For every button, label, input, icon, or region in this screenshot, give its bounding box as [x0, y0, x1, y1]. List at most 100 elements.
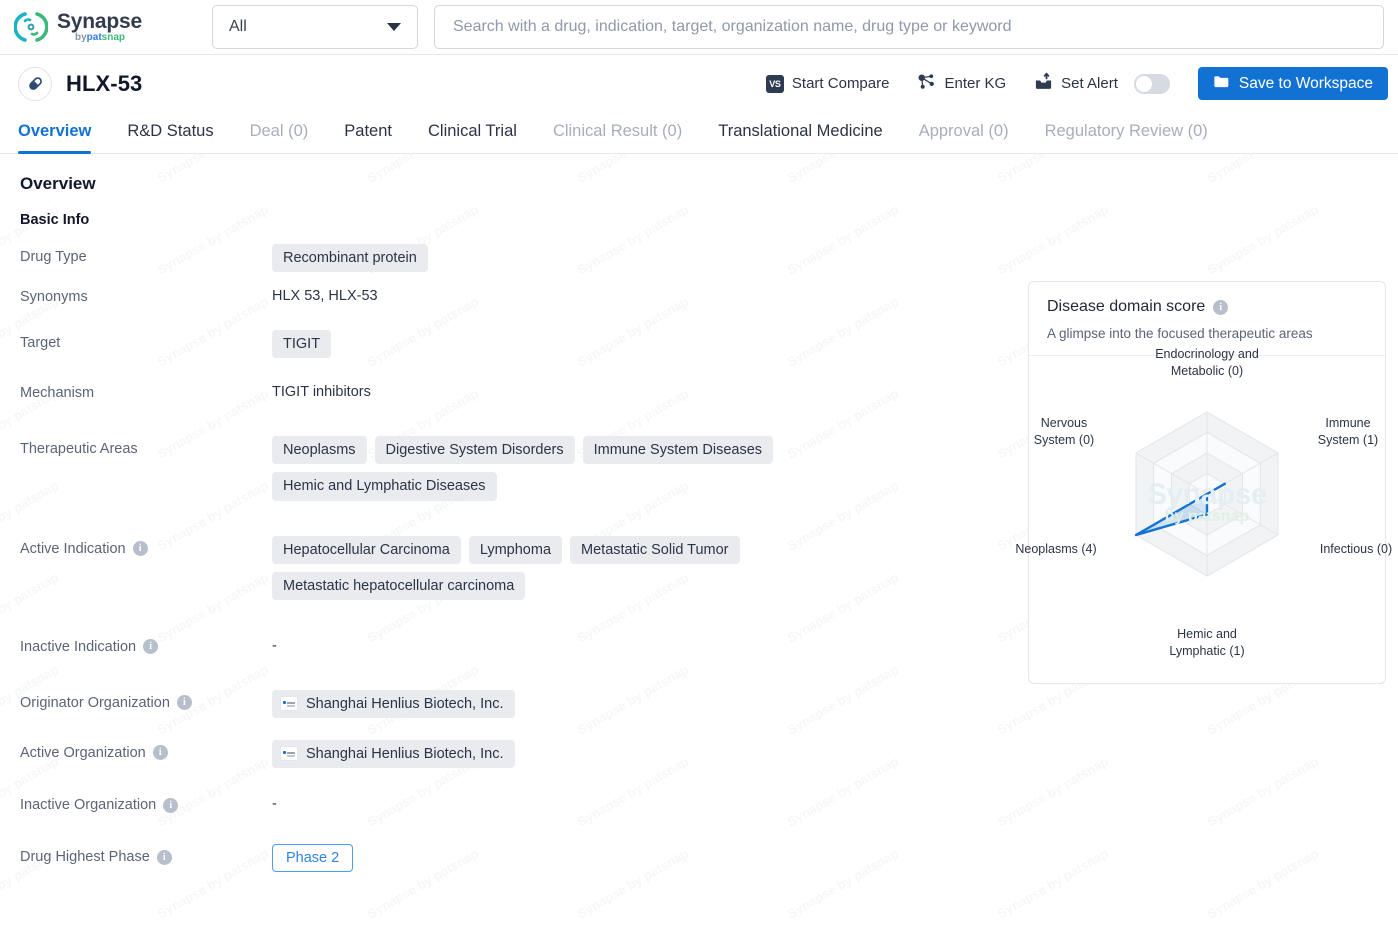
label-drug-highest-phase: Drug Highest Phase i — [20, 844, 272, 865]
set-alert-control[interactable]: Set Alert — [1020, 72, 1184, 95]
set-alert-label: Set Alert — [1061, 75, 1118, 92]
chip[interactable]: TIGIT — [272, 330, 332, 359]
label-originator-organization: Originator Organization i — [20, 690, 272, 711]
brand-pat: pat — [86, 32, 102, 43]
info-icon[interactable]: i — [1213, 299, 1229, 315]
value-target: TIGIT — [272, 330, 972, 359]
enter-kg-button[interactable]: Enter KG — [903, 72, 1020, 95]
brand-logo[interactable]: Synapse bypatsnap — [13, 10, 194, 44]
info-icon[interactable]: i — [176, 695, 192, 711]
search-input-wrapper[interactable] — [434, 5, 1384, 49]
tab-overview[interactable]: Overview — [18, 122, 109, 154]
radar-axis-label-infectious: Infectious (0) — [1319, 542, 1393, 556]
chip[interactable]: Metastatic Solid Tumor — [570, 535, 740, 564]
tab-approval-0[interactable]: Approval (0) — [901, 122, 1027, 153]
label-active-organization-text: Active Organization — [20, 744, 146, 761]
info-icon[interactable]: i — [156, 849, 172, 865]
value-active-indication: Hepatocellular Carcinoma Lymphoma Metastat… — [272, 535, 972, 600]
page-section-heading: Overview — [20, 174, 96, 193]
label-mechanism: Mechanism — [20, 385, 95, 402]
drug-header: HLX-53 VS Start Compare Enter KG Set Ale… — [0, 55, 1398, 112]
row-drug-type: Drug Type Recombinant protein — [20, 244, 1398, 273]
radar-axis-label-immune-system: Immune System (1) — [1317, 416, 1379, 447]
save-to-workspace-label: Save to Workspace — [1238, 74, 1373, 92]
label-synonyms: Synonyms — [20, 289, 88, 306]
organization-chip[interactable]: Shanghai Henlius Biotech, Inc. — [272, 739, 515, 768]
value-synonyms: HLX 53, HLX-53 — [272, 288, 378, 305]
label-inactive-indication: Inactive Indication i — [20, 634, 272, 655]
brand-name: Synapse — [57, 10, 142, 33]
value-originator-organization: Shanghai Henlius Biotech, Inc. — [272, 689, 972, 718]
brand-snap: snap — [101, 32, 126, 43]
synapse-logo-icon — [13, 10, 49, 44]
value-inactive-indication: - — [272, 637, 277, 654]
drug-highest-phase-badge[interactable]: Phase 2 — [272, 844, 354, 872]
organization-name: Shanghai Henlius Biotech, Inc. — [306, 695, 504, 712]
page-title: HLX-53 — [66, 70, 143, 96]
organization-name: Shanghai Henlius Biotech, Inc. — [306, 745, 504, 762]
pill-icon — [18, 66, 52, 101]
organization-logo-icon — [280, 746, 298, 762]
label-originator-organization-text: Originator Organization — [20, 694, 170, 711]
label-inactive-organization-text: Inactive Organization — [20, 797, 157, 813]
top-search-bar: Synapse bypatsnap All — [0, 0, 1398, 55]
organization-logo-icon — [280, 696, 298, 712]
tab-bar: Overview R&D Status Deal (0) Patent Clinical… — [0, 112, 1398, 154]
label-active-organization: Active Organization i — [20, 740, 272, 761]
chip[interactable]: Lymphoma — [468, 535, 563, 564]
label-inactive-indication-text: Inactive Indication — [20, 638, 137, 655]
tab-patent[interactable]: Patent — [326, 122, 410, 153]
chip[interactable]: Immune System Diseases — [582, 436, 774, 465]
info-icon[interactable]: i — [163, 797, 179, 813]
vs-icon: VS — [765, 74, 784, 93]
info-icon[interactable]: i — [132, 541, 148, 556]
tab-regulatory-review-0[interactable]: Regulatory Review (0) — [1027, 122, 1226, 153]
chip[interactable]: Metastatic hepatocellular carcinoma — [272, 571, 526, 600]
basic-info-heading: Basic Info — [20, 212, 90, 228]
set-alert-toggle[interactable] — [1133, 73, 1170, 94]
chip[interactable]: Neoplasms — [272, 436, 367, 465]
tab-clinical-trial[interactable]: Clinical Trial — [410, 122, 535, 153]
chip[interactable]: Recombinant protein — [272, 244, 428, 273]
score-card-subtitle: A glimpse into the focused therapeutic a… — [1047, 326, 1313, 341]
search-scope-select[interactable]: All — [212, 5, 418, 49]
row-active-organization: Active Organization i Shanghai Henlius B… — [20, 739, 1398, 768]
score-card-title-row: Disease domain score i — [1047, 298, 1367, 316]
chip[interactable]: Hepatocellular Carcinoma — [272, 535, 461, 564]
radar-axis-label-nervous-system: Nervous System (0) — [1033, 416, 1095, 447]
row-inactive-organization: Inactive Organization i - — [20, 792, 1398, 818]
row-drug-highest-phase: Drug Highest Phase i Phase 2 — [20, 844, 1398, 872]
search-input[interactable] — [451, 17, 1367, 37]
info-icon[interactable]: i — [152, 745, 168, 761]
value-active-organization: Shanghai Henlius Biotech, Inc. — [272, 739, 972, 768]
score-card-title: Disease domain score — [1047, 298, 1206, 315]
disease-domain-score-card: Disease domain score i A glimpse into th… — [1015, 281, 1392, 684]
chip[interactable]: Hemic and Lymphatic Diseases — [272, 472, 497, 501]
info-icon[interactable]: i — [143, 639, 159, 655]
radar-axis-label-hemic-and-lymphatic: Hemic and Lymphatic (1) — [1169, 627, 1245, 658]
label-therapeutic-areas: Therapeutic Areas — [20, 441, 138, 458]
knowledge-graph-icon — [917, 72, 936, 95]
tab-translational-medicine[interactable]: Translational Medicine — [700, 122, 900, 153]
tab-r-d-status[interactable]: R&D Status — [109, 122, 231, 153]
radar-axis-label-endocrinology-and-metabolic: Endocrinology and Metabolic (0) — [1155, 347, 1259, 378]
value-inactive-organization: - — [272, 796, 277, 812]
value-therapeutic-areas: Neoplasms Digestive System Disorders Immun… — [272, 436, 972, 501]
radar-chart: Synapse by patsnap Endocrinology and Met… — [1015, 347, 1392, 674]
header-actions: VS Start Compare Enter KG Set Alert Save… — [752, 67, 1388, 100]
label-drug-type: Drug Type — [20, 249, 87, 265]
alert-inbox-icon — [1034, 72, 1053, 95]
value-mechanism: TIGIT inhibitors — [272, 384, 371, 401]
label-drug-highest-phase-text: Drug Highest Phase — [20, 849, 150, 865]
score-card-header: Disease domain score i A glimpse into th… — [1029, 282, 1385, 356]
start-compare-button[interactable]: VS Start Compare — [752, 74, 904, 93]
tab-clinical-result-0[interactable]: Clinical Result (0) — [535, 122, 700, 153]
label-active-indication: Active Indication i — [20, 536, 272, 557]
chip[interactable]: Digestive System Disorders — [374, 436, 575, 465]
value-drug-type: Recombinant protein — [272, 244, 972, 273]
organization-chip[interactable]: Shanghai Henlius Biotech, Inc. — [272, 689, 515, 718]
start-compare-label: Start Compare — [791, 75, 890, 92]
save-to-workspace-button[interactable]: Save to Workspace — [1197, 67, 1388, 100]
radar-axis-label-neoplasms: Neoplasms (4) — [1015, 542, 1097, 556]
tab-deal-0[interactable]: Deal (0) — [232, 122, 327, 153]
